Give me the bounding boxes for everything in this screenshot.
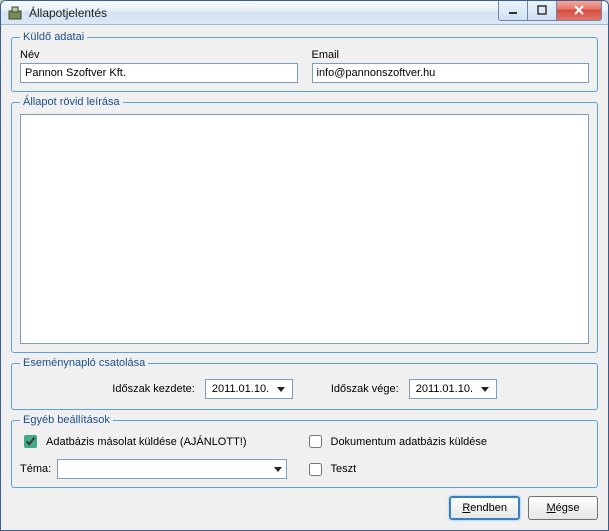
period-start-value: 2011.01.10. xyxy=(212,383,269,395)
period-end-picker[interactable]: 2011.01.10. xyxy=(409,379,497,399)
description-group: Állapot rövid leírása xyxy=(11,96,598,353)
period-start-picker[interactable]: 2011.01.10. xyxy=(205,379,293,399)
chevron-down-icon xyxy=(277,387,285,392)
sender-group: Küldő adatai Név Email xyxy=(11,31,598,92)
description-textarea[interactable] xyxy=(20,114,589,344)
test-label[interactable]: Teszt xyxy=(331,463,357,475)
theme-label: Téma: xyxy=(20,463,51,475)
close-button[interactable] xyxy=(556,1,602,21)
eventlog-legend: Eseménynapló csatolása xyxy=(20,357,148,369)
chevron-down-icon xyxy=(481,387,489,392)
sender-legend: Küldő adatai xyxy=(20,31,87,43)
name-input[interactable] xyxy=(20,63,298,83)
titlebar[interactable]: Állapotjelentés xyxy=(1,1,608,25)
description-legend: Állapot rövid leírása xyxy=(20,96,123,108)
client-area: Küldő adatai Név Email Állapot rövid leí… xyxy=(1,25,608,530)
name-label: Név xyxy=(20,49,298,61)
test-checkbox[interactable] xyxy=(309,463,322,476)
ok-button[interactable]: Rendben xyxy=(449,496,520,520)
db-copy-checkbox[interactable] xyxy=(24,435,37,448)
period-start-label: Időszak kezdete: xyxy=(112,383,195,395)
maximize-button[interactable] xyxy=(527,1,557,21)
eventlog-group: Eseménynapló csatolása Időszak kezdete: … xyxy=(11,357,598,410)
chevron-down-icon xyxy=(274,467,282,472)
window-buttons xyxy=(499,1,608,21)
email-label: Email xyxy=(312,49,590,61)
period-end-value: 2011.01.10. xyxy=(416,383,473,395)
cancel-button[interactable]: Mégse xyxy=(528,496,598,520)
db-copy-label[interactable]: Adatbázis másolat küldése (AJÁNLOTT!) xyxy=(46,436,247,448)
options-group: Egyéb beállítások Adatbázis másolat küld… xyxy=(11,414,598,488)
doc-db-checkbox[interactable] xyxy=(309,435,322,448)
app-icon xyxy=(7,5,23,21)
minimize-button[interactable] xyxy=(498,1,528,21)
doc-db-label[interactable]: Dokumentum adatbázis küldése xyxy=(331,436,488,448)
theme-combobox[interactable] xyxy=(57,459,287,479)
window-title: Állapotjelentés xyxy=(29,6,107,20)
options-legend: Egyéb beállítások xyxy=(20,414,113,426)
button-bar: Rendben Mégse xyxy=(11,492,598,520)
period-end-label: Időszak vége: xyxy=(331,383,399,395)
dialog-window: Állapotjelentés Küldő adatai Név xyxy=(0,0,609,531)
email-input[interactable] xyxy=(312,63,590,83)
